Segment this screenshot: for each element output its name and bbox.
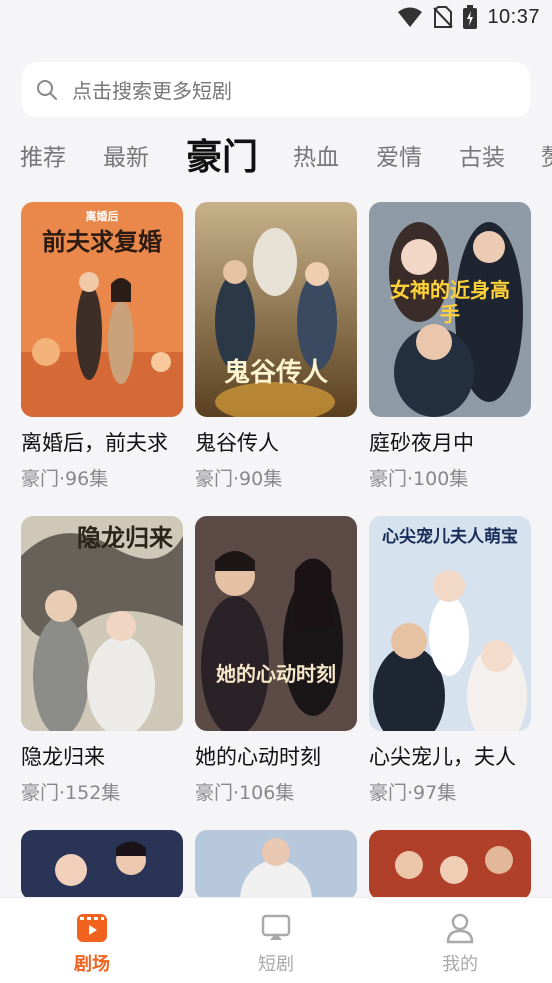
drama-poster[interactable]: 她的心动时刻 xyxy=(195,516,357,731)
theater-icon xyxy=(77,914,107,942)
drama-card[interactable]: 隐龙归来 隐龙归来 豪门·152集 xyxy=(21,516,183,805)
status-icons: 10:37 xyxy=(397,5,540,29)
tab-costume[interactable]: 古装 xyxy=(459,128,505,188)
status-bar: 10:37 xyxy=(0,0,552,38)
status-time: 10:37 xyxy=(487,5,540,28)
drama-poster[interactable] xyxy=(195,830,357,900)
tab-more[interactable]: 赘 xyxy=(541,128,552,188)
tab-wealthy-family[interactable]: 豪门 xyxy=(186,128,258,188)
drama-poster[interactable]: 心尖宠儿夫人萌宝 xyxy=(369,516,531,731)
drama-title: 她的心动时刻 xyxy=(195,745,321,769)
category-tabs: 推荐 最新 豪门 热血 爱情 古装 赘 xyxy=(20,128,552,188)
drama-poster[interactable] xyxy=(369,830,531,900)
wifi-icon xyxy=(398,7,423,27)
drama-title: 隐龙归来 xyxy=(21,745,105,769)
drama-card[interactable] xyxy=(369,830,531,900)
drama-meta: 豪门·90集 xyxy=(195,468,283,490)
drama-title: 心尖宠儿，夫人 xyxy=(369,745,516,769)
nav-label: 剧场 xyxy=(74,954,110,975)
tab-latest[interactable]: 最新 xyxy=(103,128,149,188)
drama-poster[interactable]: 女神的近身高手 xyxy=(369,202,531,417)
bottom-nav: 剧场 短剧 我的 xyxy=(0,897,552,983)
poster-title: 心尖宠儿夫人萌宝 xyxy=(382,527,518,547)
tab-recommend[interactable]: 推荐 xyxy=(20,128,66,188)
drama-poster[interactable]: 离婚后 前夫求复婚 xyxy=(21,202,183,417)
search-placeholder: 点击搜索更多短剧 xyxy=(72,79,232,103)
drama-title: 鬼谷传人 xyxy=(195,431,279,455)
tab-romance[interactable]: 爱情 xyxy=(376,128,422,188)
drama-poster[interactable]: 鬼谷传人 xyxy=(195,202,357,417)
drama-meta: 豪门·97集 xyxy=(369,782,457,804)
poster-title: 她的心动时刻 xyxy=(216,662,336,686)
poster-title: 鬼谷传人 xyxy=(223,358,328,388)
short-drama-icon xyxy=(261,914,291,940)
drama-meta: 豪门·152集 xyxy=(21,782,121,804)
drama-meta: 豪门·106集 xyxy=(195,782,295,804)
battery-charging-icon xyxy=(463,5,478,29)
drama-meta: 豪门·100集 xyxy=(369,468,469,490)
drama-card[interactable] xyxy=(195,830,357,900)
nav-profile[interactable]: 我的 xyxy=(368,898,552,983)
drama-card[interactable]: 离婚后 前夫求复婚 离婚后，前夫求 豪门·96集 xyxy=(21,202,183,491)
drama-title: 离婚后，前夫求 xyxy=(21,431,168,455)
nav-label: 短剧 xyxy=(258,954,294,975)
drama-poster[interactable] xyxy=(21,830,183,900)
drama-poster[interactable]: 隐龙归来 xyxy=(21,516,183,731)
nav-theater[interactable]: 剧场 xyxy=(0,898,184,983)
nav-short-drama[interactable]: 短剧 xyxy=(184,898,368,983)
drama-card[interactable] xyxy=(21,830,183,900)
nav-label: 我的 xyxy=(442,954,478,975)
drama-card[interactable]: 鬼谷传人 鬼谷传人 豪门·90集 xyxy=(195,202,357,491)
drama-card[interactable]: 她的心动时刻 她的心动时刻 豪门·106集 xyxy=(195,516,357,805)
search-bar[interactable]: 点击搜索更多短剧 xyxy=(22,62,530,117)
poster-title: 隐龙归来 xyxy=(77,523,173,552)
search-icon xyxy=(37,79,57,100)
drama-card[interactable]: 女神的近身高手 庭砂夜月中 豪门·100集 xyxy=(369,202,531,491)
drama-card[interactable]: 心尖宠儿夫人萌宝 心尖宠儿，夫人 豪门·97集 xyxy=(369,516,531,805)
poster-title: 女神的近身高手 xyxy=(390,278,510,326)
drama-meta: 豪门·96集 xyxy=(21,468,109,490)
poster-title: 前夫求复婚 xyxy=(42,227,162,256)
no-sim-icon xyxy=(433,6,454,28)
profile-icon xyxy=(446,913,474,944)
tab-action[interactable]: 热血 xyxy=(293,128,339,188)
drama-title: 庭砂夜月中 xyxy=(369,431,474,455)
